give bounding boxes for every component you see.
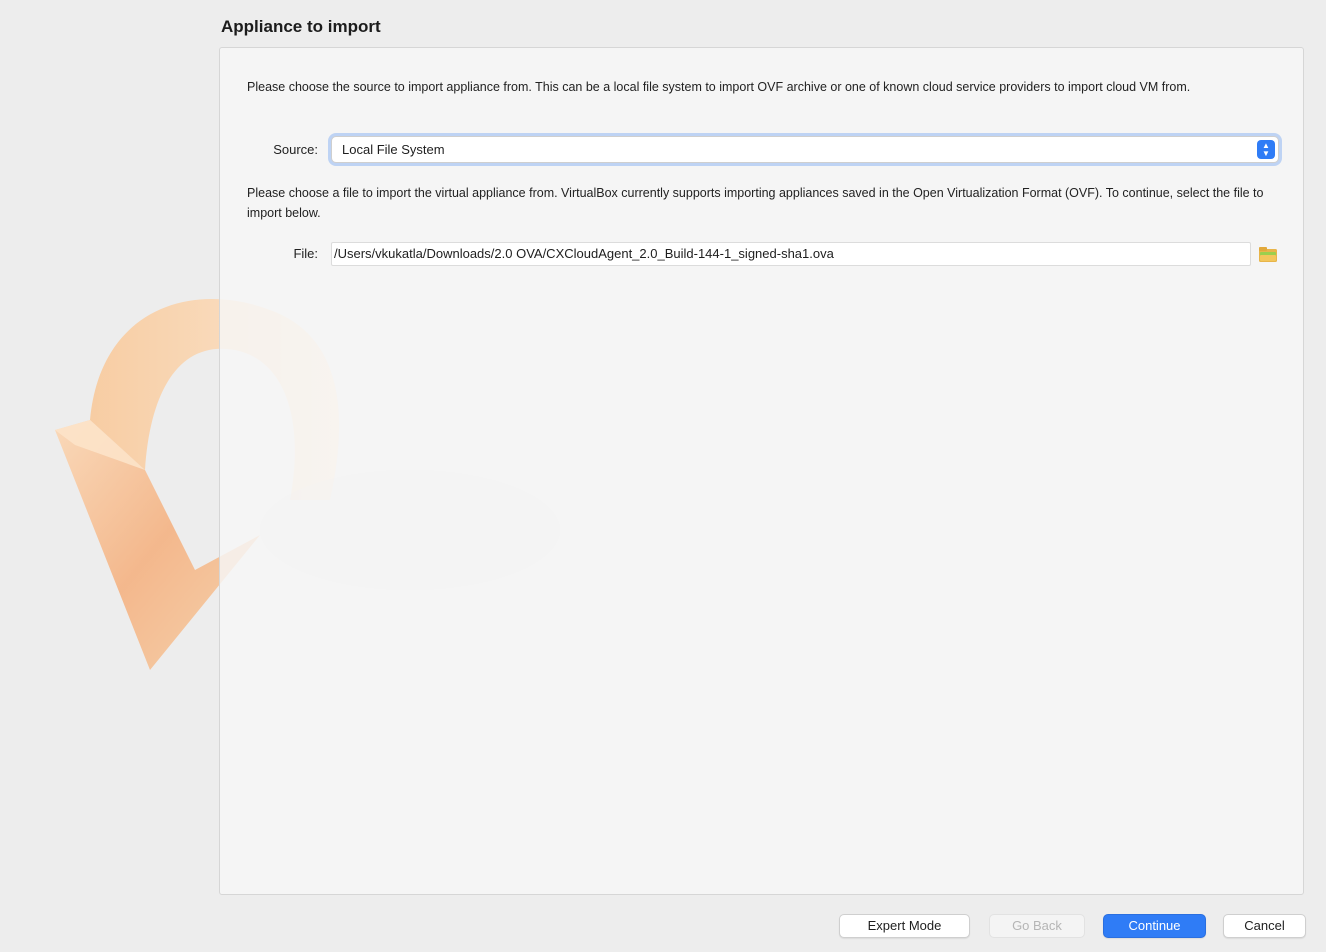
source-label: Source: — [273, 142, 318, 157]
chevron-up-down-icon: ▲ ▼ — [1257, 140, 1275, 159]
file-label: File: — [293, 246, 318, 261]
cancel-button[interactable]: Cancel — [1223, 914, 1306, 938]
expert-mode-button[interactable]: Expert Mode — [839, 914, 970, 938]
go-back-button[interactable]: Go Back — [989, 914, 1085, 938]
content-panel: Please choose the source to import appli… — [219, 47, 1304, 895]
file-description: Please choose a file to import the virtu… — [247, 186, 1264, 220]
continue-button[interactable]: Continue — [1103, 914, 1206, 938]
source-select-value: Local File System — [342, 142, 445, 157]
file-path-input[interactable]: /Users/vkukatla/Downloads/2.0 OVA/CXClou… — [331, 242, 1251, 266]
import-appliance-window: Appliance to import Please choose the so… — [0, 0, 1326, 952]
page-title: Appliance to import — [221, 17, 381, 36]
folder-icon[interactable] — [1257, 243, 1279, 265]
source-select[interactable]: Local File System ▲ ▼ — [331, 136, 1279, 163]
source-description: Please choose the source to import appli… — [247, 80, 1191, 94]
